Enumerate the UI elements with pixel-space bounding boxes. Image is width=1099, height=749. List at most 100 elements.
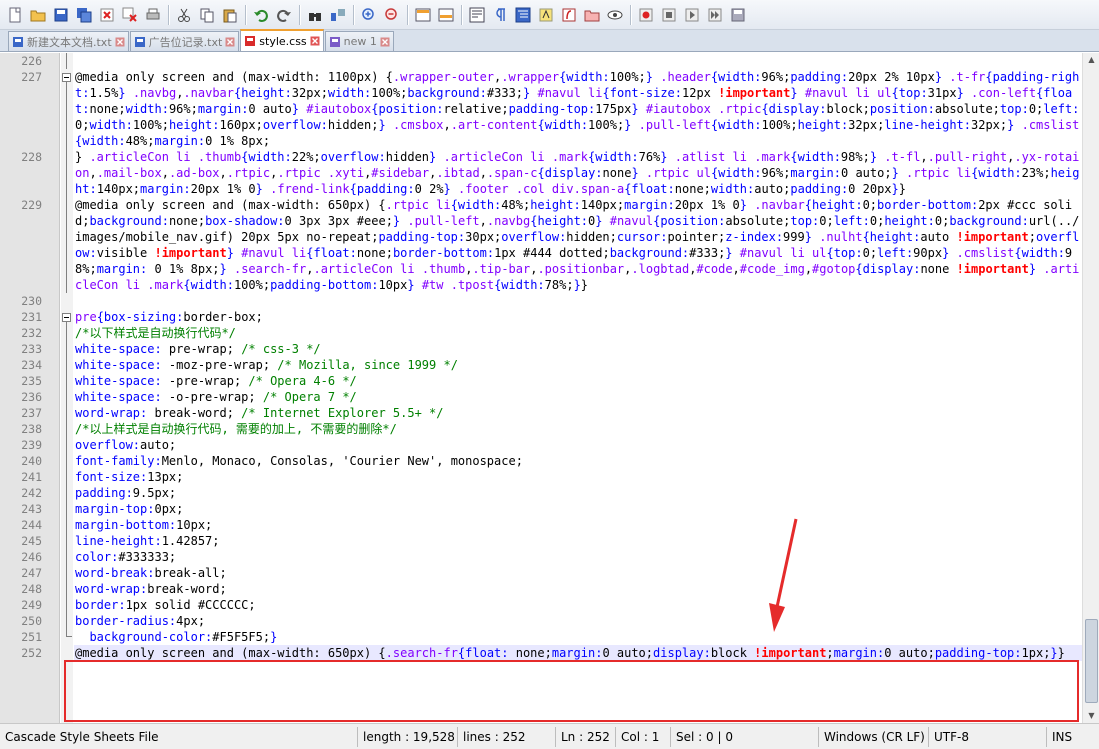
fold-marker [60, 549, 74, 565]
print-icon[interactable] [142, 4, 164, 26]
code-line[interactable]: 237 word-wrap: break-word; /* Internet Ex… [0, 405, 1082, 421]
undo-icon[interactable] [250, 4, 272, 26]
code-line[interactable]: 231 pre{box-sizing:border-box; [0, 309, 1082, 338]
line-number: 250 [21, 614, 42, 628]
line-number: 226 [21, 54, 42, 68]
code-line[interactable]: 235 white-space: -pre-wrap; /* Opera 4-6 … [0, 373, 1082, 389]
redo-icon[interactable] [273, 4, 295, 26]
word-wrap-icon[interactable] [466, 4, 488, 26]
line-number: 227 [21, 70, 42, 84]
save-macro-icon[interactable] [727, 4, 749, 26]
monitor-icon[interactable] [604, 4, 626, 26]
sync-horizontal-icon[interactable] [435, 4, 457, 26]
fold-marker [60, 517, 74, 533]
scrollbar-thumb[interactable] [1085, 619, 1098, 703]
code-line[interactable]: 238 /*以上样式是自动换行代码, 需要的加上, 不需要的删除*/ [0, 421, 1082, 437]
sync-vertical-icon[interactable] [412, 4, 434, 26]
line-number: 242 [21, 486, 42, 500]
close-tab-icon[interactable] [225, 37, 235, 47]
status-lines: lines : 252 [458, 726, 556, 747]
line-text: @media only screen and (max-width: 1100p… [75, 70, 1080, 148]
code-line[interactable]: 234 white-space: -moz-pre-wrap; /* Mozill… [0, 357, 1082, 373]
fold-marker [60, 485, 74, 501]
close-tab-icon[interactable] [380, 37, 390, 47]
code-line[interactable]: 239 overflow:auto; [0, 437, 1082, 453]
function-list-icon[interactable] [558, 4, 580, 26]
stop-macro-icon[interactable] [658, 4, 680, 26]
code-line[interactable]: 226 [0, 53, 1082, 69]
new-icon[interactable] [4, 4, 26, 26]
paste-icon[interactable] [219, 4, 241, 26]
run-macro-multiple-icon[interactable] [704, 4, 726, 26]
code-line[interactable]: 246 color:#333333; [0, 549, 1082, 565]
save-all-icon[interactable] [73, 4, 95, 26]
code-line[interactable]: 230 [0, 293, 1082, 309]
line-number: 241 [21, 470, 42, 484]
code-line[interactable]: 244 margin-bottom:10px; [0, 517, 1082, 533]
line-number: 248 [21, 582, 42, 596]
cut-icon[interactable] [173, 4, 195, 26]
code-line[interactable]: 242 padding:9.5px; [0, 485, 1082, 501]
code-line[interactable]: 243 margin-top:0px; [0, 501, 1082, 517]
fold-marker [60, 293, 74, 309]
close-icon[interactable] [96, 4, 118, 26]
code-line[interactable]: 236 white-space: -o-pre-wrap; /* Opera 7 … [0, 389, 1082, 405]
toolbar-separator [630, 4, 631, 25]
line-number: 249 [21, 598, 42, 612]
line-text: font-family:Menlo, Monaco, Consolas, 'Co… [75, 454, 523, 468]
code-line[interactable]: 241 font-size:13px; [0, 469, 1082, 485]
code-lines[interactable]: 226 227 @media only screen and (max-width:… [0, 53, 1082, 661]
play-macro-icon[interactable] [681, 4, 703, 26]
line-number: 239 [21, 438, 42, 452]
code-line[interactable]: 249 border:1px solid #CCCCCC; [0, 597, 1082, 613]
code-line[interactable]: 248 word-wrap:break-word; [0, 581, 1082, 597]
code-line[interactable]: 240 font-family:Menlo, Monaco, Consolas, … [0, 453, 1082, 469]
close-tab-icon[interactable] [310, 36, 320, 46]
zoom-in-icon[interactable] [358, 4, 380, 26]
fold-minus-icon[interactable] [60, 69, 74, 162]
folder-workspace-icon[interactable] [581, 4, 603, 26]
close-tab-icon[interactable] [115, 37, 125, 47]
line-text: font-size:13px; [75, 470, 184, 484]
code-line[interactable]: 233 white-space: pre-wrap; /* css-3 */ [0, 341, 1082, 357]
code-line[interactable]: 245 line-height:1.42857; [0, 533, 1082, 549]
scroll-down-arrow-icon[interactable]: ▼ [1083, 709, 1099, 723]
show-all-chars-icon[interactable] [489, 4, 511, 26]
fold-marker [60, 53, 74, 69]
tab-2[interactable]: 广告位记录.txt [129, 31, 240, 51]
open-icon[interactable] [27, 4, 49, 26]
txt-file-icon [134, 36, 146, 48]
code-line[interactable]: 252 @media only screen and (max-width: 65… [0, 645, 1082, 661]
find-icon[interactable] [304, 4, 326, 26]
indent-guide-icon[interactable] [512, 4, 534, 26]
code-line[interactable]: 251 background-color:#F5F5F5;} [0, 629, 1082, 645]
code-line[interactable]: 250 border-radius:4px; [0, 613, 1082, 629]
code-editor[interactable]: 226 227 @media only screen and (max-width:… [0, 53, 1099, 723]
copy-icon[interactable] [196, 4, 218, 26]
user-language-icon[interactable] [535, 4, 557, 26]
status-selection: Sel : 0 | 0 [671, 726, 819, 747]
vertical-scrollbar[interactable]: ▲ ▼ [1082, 53, 1099, 723]
status-language: Cascade Style Sheets File [0, 726, 358, 747]
save-icon[interactable] [50, 4, 72, 26]
code-line[interactable]: 227 @media only screen and (max-width: 11… [0, 69, 1082, 162]
line-number: 251 [21, 630, 42, 644]
line-number: 247 [21, 566, 42, 580]
close-all-icon[interactable] [119, 4, 141, 26]
code-line[interactable]: 247 word-break:break-all; [0, 565, 1082, 581]
scroll-up-arrow-icon[interactable]: ▲ [1083, 53, 1099, 67]
tab-1[interactable]: 新建文本文档.txt [8, 31, 129, 51]
status-column: Col : 1 [616, 726, 671, 747]
replace-icon[interactable] [327, 4, 349, 26]
fold-minus-icon[interactable] [60, 309, 74, 338]
fold-marker [60, 373, 74, 389]
code-line[interactable]: 232 /*以下样式是自动换行代码*/ [0, 325, 1082, 341]
tab-3[interactable]: style.css [240, 29, 324, 51]
status-bar: Cascade Style Sheets File length : 19,52… [0, 723, 1099, 749]
record-macro-icon[interactable] [635, 4, 657, 26]
code-line[interactable]: 229 @media only screen and (max-width: 65… [0, 197, 1082, 293]
zoom-out-icon[interactable] [381, 4, 403, 26]
tab-4[interactable]: new 1 [324, 31, 394, 51]
code-line[interactable]: 228} .articleCon li .thumb{width:22%;ove… [0, 149, 1082, 197]
line-text: /*以上样式是自动换行代码, 需要的加上, 不需要的删除*/ [75, 422, 397, 436]
